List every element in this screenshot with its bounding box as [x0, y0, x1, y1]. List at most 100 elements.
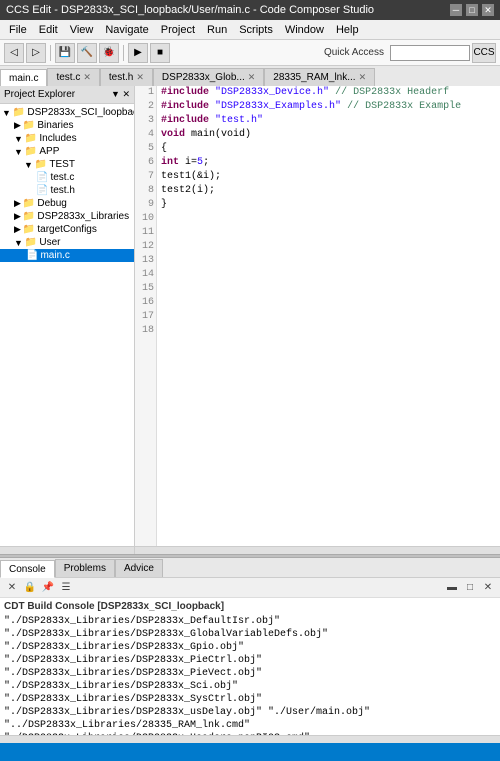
console-content[interactable]: CDT Build Console [DSP2833x_SCI_loopback… — [0, 598, 500, 735]
menu-item-file[interactable]: File — [4, 23, 32, 37]
line-numbers: 123456789101112131415161718 — [135, 86, 157, 546]
code-line-1: #include "DSP2833x_Device.h" // DSP2833x… — [161, 86, 496, 100]
code-line-9: int i=5; — [161, 156, 496, 170]
editor-tab-test-c[interactable]: test.c ✕ — [47, 68, 99, 86]
console-menu-btn[interactable]: ☰ — [58, 580, 74, 596]
function-name: main(void) — [191, 129, 251, 140]
tree-item-label: TEST — [49, 159, 75, 170]
menu-item-view[interactable]: View — [65, 23, 99, 37]
quick-access-input[interactable] — [390, 45, 470, 61]
tree-item-DSP2833x-Libraries[interactable]: ▶📁DSP2833x_Libraries — [0, 210, 134, 223]
menu-item-navigate[interactable]: Navigate — [100, 23, 153, 37]
menu-item-help[interactable]: Help — [331, 23, 364, 37]
sidebar-header: Project Explorer ▼ ✕ — [0, 86, 134, 104]
tree-arrow-icon[interactable]: ▼ — [14, 134, 23, 144]
menu-item-run[interactable]: Run — [202, 23, 232, 37]
tab-close-icon[interactable]: ✕ — [136, 72, 144, 83]
tree-arrow-icon[interactable]: ▼ — [14, 147, 23, 157]
console-lock-btn[interactable]: 🔒 — [22, 580, 38, 596]
tab-close-icon[interactable]: ✕ — [83, 72, 91, 83]
console-pin-btn[interactable]: 📌 — [40, 580, 56, 596]
console-tab-bar: ConsoleProblemsAdvice — [0, 558, 500, 578]
editor-hscroll[interactable] — [135, 546, 500, 554]
tree-folder-icon: 📁 — [23, 211, 35, 222]
toolbar-btn-build[interactable]: 🔨 — [77, 43, 97, 63]
code-line-12: test2(i); — [161, 184, 496, 198]
line-number-12: 12 — [137, 240, 154, 254]
tree-item-DSP2833x-SCI-loopback--Ac[interactable]: ▼📁DSP2833x_SCI_loopback [Ac — [0, 106, 134, 119]
toolbar-btn-1[interactable]: ◁ — [4, 43, 24, 63]
tree-item-targetConfigs[interactable]: ▶📁targetConfigs — [0, 223, 134, 236]
line-number-11: 11 — [137, 226, 154, 240]
line-number-18: 18 — [137, 324, 154, 338]
code-editor[interactable]: 123456789101112131415161718 #include "DS… — [135, 86, 500, 546]
console-tab-advice[interactable]: Advice — [115, 559, 163, 577]
toolbar-btn-2[interactable]: ▷ — [26, 43, 46, 63]
line-number-17: 17 — [137, 310, 154, 324]
toolbar-btn-perspectives[interactable]: CCS — [472, 43, 496, 63]
editor-tab-DSP2833x-Glob---[interactable]: DSP2833x_Glob... ✕ — [153, 68, 264, 86]
toolbar-btn-debug[interactable]: 🐞 — [99, 43, 119, 63]
console-close-btn[interactable]: ✕ — [480, 580, 496, 596]
tree-indent — [2, 224, 14, 235]
tree-indent — [2, 172, 34, 183]
tree-item-main-c[interactable]: 📄main.c — [0, 249, 134, 262]
tree-arrow-icon[interactable]: ▶ — [14, 224, 21, 235]
tree-folder-icon: 📁 — [13, 107, 25, 118]
tree-folder-icon: 📁 — [23, 198, 35, 209]
tree-item-Debug[interactable]: ▶📁Debug — [0, 197, 134, 210]
tree-item-User[interactable]: ▼📁User — [0, 236, 134, 249]
console-hscroll[interactable] — [0, 735, 500, 743]
toolbar-btn-stop[interactable]: ■ — [150, 43, 170, 63]
tree-item-test-h[interactable]: 📄test.h — [0, 184, 134, 197]
tree-indent — [2, 211, 14, 222]
code-comment: // DSP2833x Headerf — [335, 87, 449, 98]
toolbar-btn-save[interactable]: 💾 — [55, 43, 75, 63]
tree-item-Binaries[interactable]: ▶📁Binaries — [0, 119, 134, 132]
sidebar-hscroll[interactable] — [0, 546, 134, 554]
console-max-btn[interactable]: □ — [462, 580, 478, 596]
console-tab-console[interactable]: Console — [0, 560, 55, 578]
sidebar-controls[interactable]: ▼ ✕ — [111, 89, 130, 100]
menu-item-window[interactable]: Window — [280, 23, 329, 37]
tree-item-Includes[interactable]: ▼📁Includes — [0, 132, 134, 145]
tree-arrow-icon[interactable]: ▼ — [2, 108, 11, 118]
tree-item-label: APP — [39, 146, 59, 157]
tree-folder-icon: 📄 — [36, 185, 48, 196]
console-clear-btn[interactable]: ✕ — [4, 580, 20, 596]
console-line-7: "./DSP2833x_Libraries/DSP2833x_usDelay.o… — [4, 706, 496, 719]
tree-folder-icon: 📁 — [23, 224, 35, 235]
menu-item-scripts[interactable]: Scripts — [234, 23, 278, 37]
maximize-button[interactable]: □ — [466, 4, 478, 16]
console-tab-problems[interactable]: Problems — [55, 559, 115, 577]
console-line-6: "./DSP2833x_Libraries/DSP2833x_SysCtrl.o… — [4, 693, 496, 706]
project-explorer: Project Explorer ▼ ✕ ▼📁DSP2833x_SCI_loop… — [0, 86, 135, 554]
window-controls[interactable]: ─ □ ✕ — [450, 4, 494, 16]
toolbar-btn-run[interactable]: ▶ — [128, 43, 148, 63]
code-line-4: #include "test.h" — [161, 114, 496, 128]
title-bar: CCS Edit - DSP2833x_SCI_loopback/User/ma… — [0, 0, 500, 20]
code-line-2: #include "DSP2833x_Examples.h" // DSP283… — [161, 100, 496, 114]
line-number-3: 3 — [137, 114, 154, 128]
code-line-14: } — [161, 198, 496, 212]
console-line-3: "./DSP2833x_Libraries/DSP2833x_PieCtrl.o… — [4, 654, 496, 667]
code-lines[interactable]: #include "DSP2833x_Device.h" // DSP2833x… — [157, 86, 500, 546]
tree-arrow-icon[interactable]: ▼ — [14, 238, 23, 248]
minimize-button[interactable]: ─ — [450, 4, 462, 16]
tree-arrow-icon[interactable]: ▶ — [14, 198, 21, 209]
menu-item-edit[interactable]: Edit — [34, 23, 63, 37]
editor-tab-test-h[interactable]: test.h ✕ — [100, 68, 153, 86]
editor-tab-28335-RAM-lnk---[interactable]: 28335_RAM_lnk... ✕ — [264, 68, 375, 86]
tree-arrow-icon[interactable]: ▼ — [24, 160, 33, 170]
tree-arrow-icon[interactable]: ▶ — [14, 211, 21, 222]
tree-item-TEST[interactable]: ▼📁TEST — [0, 158, 134, 171]
tree-item-APP[interactable]: ▼📁APP — [0, 145, 134, 158]
editor-tab-main-c[interactable]: main.c — [0, 69, 47, 86]
menu-item-project[interactable]: Project — [156, 23, 200, 37]
tab-close-icon[interactable]: ✕ — [248, 72, 256, 83]
tab-close-icon[interactable]: ✕ — [359, 72, 367, 83]
console-min-btn[interactable]: ▬ — [444, 580, 460, 596]
tree-item-test-c[interactable]: 📄test.c — [0, 171, 134, 184]
close-button[interactable]: ✕ — [482, 4, 494, 16]
tree-arrow-icon[interactable]: ▶ — [14, 120, 21, 131]
